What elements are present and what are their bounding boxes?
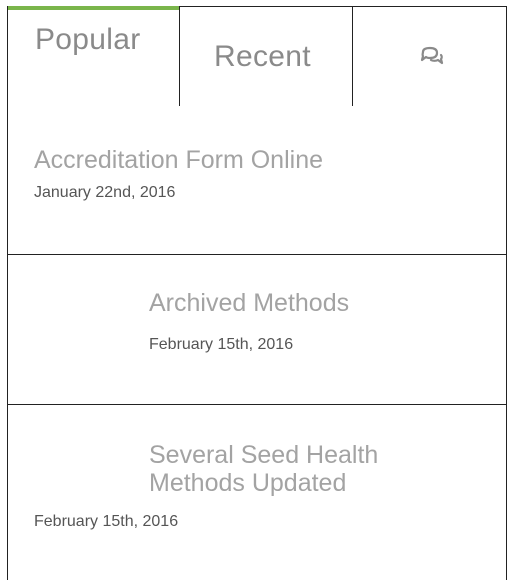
- tab-recent-label: Recent: [214, 40, 311, 73]
- popular-posts-widget: Popular Recent Accreditation Form Online…: [7, 6, 507, 580]
- comments-icon: [420, 46, 444, 65]
- post-item[interactable]: Archived Methods February 15th, 2016: [8, 254, 506, 404]
- post-item[interactable]: Several Seed Health Methods Updated Febr…: [8, 404, 506, 580]
- post-title[interactable]: Accreditation Form Online: [34, 146, 323, 174]
- tab-bar: Popular Recent: [8, 6, 506, 106]
- post-title[interactable]: Several Seed Health Methods Updated: [149, 441, 449, 497]
- post-date: February 15th, 2016: [34, 513, 179, 530]
- tab-recent[interactable]: Recent: [179, 6, 353, 106]
- post-date: January 22nd, 2016: [34, 184, 176, 201]
- tab-comments[interactable]: [353, 6, 506, 106]
- tab-popular-label: Popular: [35, 23, 141, 56]
- tab-popular[interactable]: Popular: [8, 6, 179, 106]
- post-date: February 15th, 2016: [149, 336, 294, 353]
- post-item[interactable]: Accreditation Form Online January 22nd, …: [8, 106, 506, 254]
- post-title[interactable]: Archived Methods: [149, 289, 349, 317]
